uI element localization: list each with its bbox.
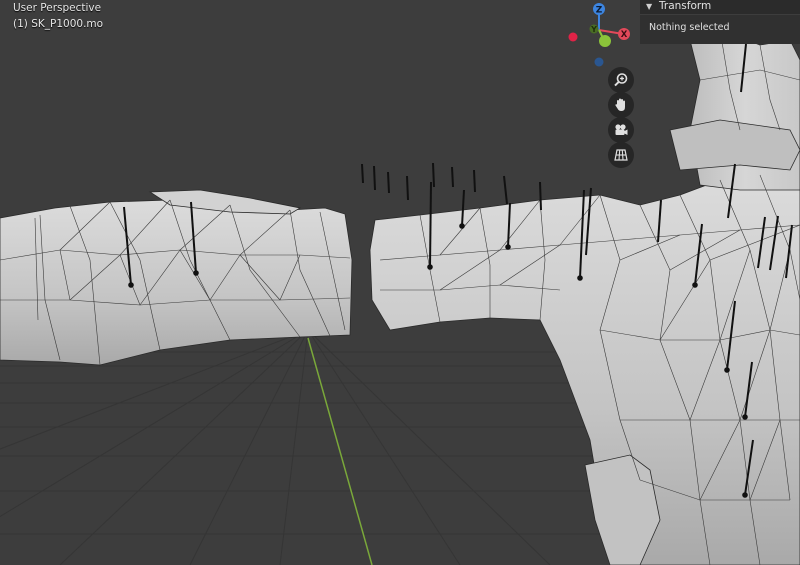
mesh-upper-arm-body [369,29,800,565]
gizmo-y-label: Y [590,25,597,34]
view-perspective-label: User Perspective [13,2,102,14]
gizmo-neg-z-axis[interactable] [594,57,604,67]
navigation-gizmo[interactable]: Z X Y [560,0,638,72]
gizmo-z-label: Z [596,6,603,16]
transform-panel: ▼ Transform Nothing selected [640,0,800,44]
pan-button[interactable] [608,92,634,118]
nothing-selected-message: Nothing selected [649,22,730,33]
gizmo-neg-x-axis[interactable] [568,32,578,42]
transform-panel-header[interactable]: ▼ Transform [640,0,800,14]
grid-icon [614,149,628,161]
camera-icon [615,124,628,135]
collapse-triangle-icon: ▼ [646,2,653,11]
transform-panel-body: Nothing selected [640,15,800,44]
viewport-scene [0,29,800,565]
magnifier-plus-icon [614,73,628,87]
camera-view-button[interactable] [608,117,634,143]
gizmo-y-axis[interactable] [599,35,611,47]
3d-viewport[interactable]: User Perspective (1) SK_P1000.mo Z X Y ▼… [0,0,800,565]
projection-toggle-button[interactable] [608,142,634,168]
gizmo-x-label: X [621,30,628,40]
hand-icon [615,98,625,111]
transform-panel-title: Transform [659,0,712,12]
active-object-label: (1) SK_P1000.mo [13,18,104,30]
y-axis-line [307,337,373,565]
zoom-button[interactable] [608,67,634,93]
